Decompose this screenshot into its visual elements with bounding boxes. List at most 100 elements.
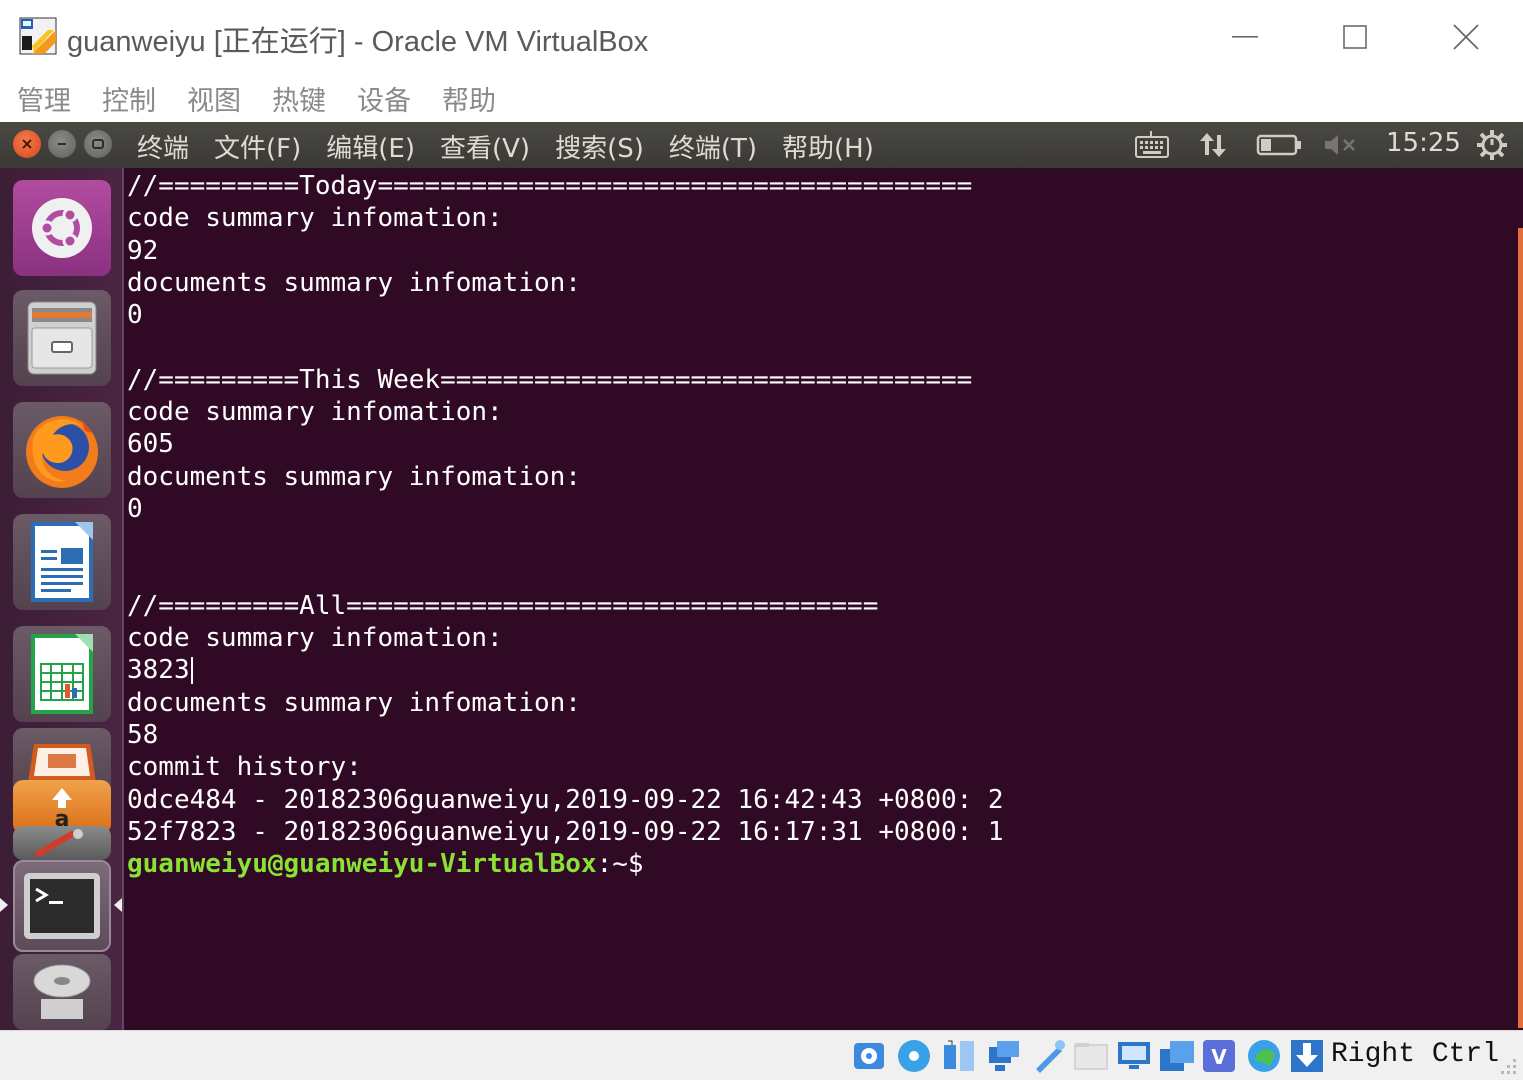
svg-text:V: V bbox=[1211, 1045, 1227, 1069]
network-arrows-icon bbox=[1200, 133, 1226, 157]
system-settings-icon bbox=[35, 829, 83, 857]
terminal-scrollbar[interactable] bbox=[1518, 228, 1523, 1028]
launcher-terminal[interactable] bbox=[13, 860, 111, 952]
terminal-line: 605 bbox=[127, 429, 174, 460]
mouse-integration-icon[interactable] bbox=[1288, 1037, 1326, 1075]
amazon-icon: a bbox=[52, 788, 72, 830]
terminal-restore-button[interactable] bbox=[84, 130, 112, 158]
terminal-line: code summary infomation: bbox=[127, 203, 503, 234]
terminal-window[interactable]: //=========Today========================… bbox=[124, 168, 1523, 1030]
terminal-icon bbox=[24, 873, 100, 939]
virtualbox-menubar: 管理 控制 视图 热键 设备 帮助 bbox=[0, 74, 1523, 122]
audio-icon[interactable] bbox=[940, 1037, 978, 1075]
text-cursor bbox=[190, 657, 193, 685]
terminal-output: //=========Today========================… bbox=[127, 170, 1004, 881]
window-titlebar: guanweiyu [正在运行] - Oracle VM VirtualBox bbox=[0, 0, 1523, 74]
dvd-icon bbox=[33, 964, 91, 1019]
menu-file[interactable]: 文件(F) bbox=[214, 128, 301, 165]
terminal-line: 92 bbox=[127, 235, 159, 266]
close-button[interactable] bbox=[1436, 12, 1496, 62]
menu-view[interactable]: 视图 bbox=[187, 79, 241, 118]
optical-drive-icon[interactable] bbox=[895, 1037, 933, 1075]
keyboard-icon bbox=[1135, 131, 1169, 158]
firefox-icon bbox=[26, 416, 98, 488]
virtualbox-statusbar: V Right Ctrl bbox=[0, 1030, 1523, 1080]
focused-app-arrow-icon bbox=[114, 898, 122, 912]
system-menu-button[interactable] bbox=[1474, 128, 1510, 162]
window-title: guanweiyu [正在运行] - Oracle VM VirtualBox bbox=[67, 26, 649, 58]
panel-clock[interactable]: 15:25 bbox=[1386, 128, 1461, 158]
terminal-line: //=========All==========================… bbox=[127, 590, 879, 621]
volume-muted-icon bbox=[1325, 135, 1355, 155]
menu-edit[interactable]: 编辑(E) bbox=[326, 128, 415, 165]
terminal-close-button[interactable] bbox=[13, 130, 41, 158]
calc-icon bbox=[31, 634, 93, 714]
menu-view[interactable]: 查看(V) bbox=[440, 128, 530, 165]
menu-help[interactable]: 帮助(H) bbox=[782, 128, 874, 165]
terminal-minimize-button[interactable] bbox=[48, 130, 76, 158]
unity-launcher: a bbox=[0, 168, 124, 1030]
minimize-button[interactable] bbox=[1215, 12, 1275, 62]
launcher-system-settings[interactable] bbox=[13, 826, 111, 860]
menu-devices[interactable]: 设备 bbox=[357, 79, 411, 118]
shell-prompt[interactable]: guanweiyu@guanweiyu-VirtualBox:~$ bbox=[127, 848, 1004, 880]
shared-folders-icon[interactable] bbox=[1072, 1037, 1110, 1075]
menu-help[interactable]: 帮助 bbox=[442, 79, 496, 118]
launcher-writer[interactable] bbox=[13, 514, 111, 610]
battery-icon bbox=[1256, 134, 1301, 156]
launcher-dvd[interactable] bbox=[13, 954, 111, 1030]
menu-terminal[interactable]: 终端(T) bbox=[669, 128, 757, 165]
close-icon bbox=[22, 139, 32, 149]
virtualbox-app-icon bbox=[18, 16, 58, 56]
launcher-dash[interactable] bbox=[13, 180, 111, 276]
menu-control[interactable]: 控制 bbox=[102, 79, 156, 118]
resize-grip-icon[interactable] bbox=[1499, 1057, 1517, 1075]
keyboard-indicator[interactable] bbox=[1133, 128, 1171, 162]
terminal-line: documents summary infomation: bbox=[127, 461, 581, 492]
minimize-icon bbox=[58, 143, 66, 145]
ubuntu-dash-icon bbox=[32, 198, 92, 258]
terminal-line: //=========This Week====================… bbox=[127, 364, 973, 395]
menu-terminal-app[interactable]: 终端 bbox=[137, 128, 189, 165]
writer-icon bbox=[31, 522, 93, 602]
display-icon[interactable] bbox=[1115, 1037, 1153, 1075]
network-indicator[interactable] bbox=[1196, 128, 1230, 162]
restore-icon bbox=[92, 139, 104, 149]
gear-icon bbox=[1477, 130, 1507, 160]
maximize-button[interactable] bbox=[1325, 12, 1385, 62]
terminal-line: code summary infomation: bbox=[127, 397, 503, 428]
battery-indicator[interactable] bbox=[1255, 128, 1303, 162]
terminal-line: 58 bbox=[127, 720, 159, 751]
network-adapter-icon[interactable] bbox=[985, 1037, 1023, 1075]
volume-indicator[interactable] bbox=[1322, 128, 1360, 162]
ubuntu-top-panel: 终端 文件(F) 编辑(E) 查看(V) 搜索(S) 终端(T) 帮助(H) 1… bbox=[0, 122, 1523, 168]
launcher-firefox[interactable] bbox=[13, 402, 111, 498]
terminal-line: 0 bbox=[127, 493, 143, 524]
terminal-menubar: 终端 文件(F) 编辑(E) 查看(V) 搜索(S) 终端(T) 帮助(H) bbox=[137, 128, 899, 165]
menu-search[interactable]: 搜索(S) bbox=[555, 128, 644, 165]
guest-additions-icon[interactable] bbox=[1245, 1037, 1283, 1075]
launcher-calc[interactable] bbox=[13, 626, 111, 722]
menu-hotkeys[interactable]: 热键 bbox=[272, 79, 326, 118]
terminal-line: commit history: bbox=[127, 752, 362, 783]
host-key-label[interactable]: Right Ctrl bbox=[1331, 1039, 1499, 1070]
launcher-files[interactable] bbox=[13, 290, 111, 386]
video-capture-icon[interactable] bbox=[1158, 1037, 1196, 1075]
terminal-line: 0 bbox=[127, 300, 143, 331]
terminal-line: 52f7823 - 20182306guanweiyu,2019-09-22 1… bbox=[127, 816, 1004, 847]
hard-disk-icon[interactable] bbox=[850, 1037, 888, 1075]
usb-icon[interactable] bbox=[1030, 1037, 1068, 1075]
prompt-path: :~$ bbox=[596, 849, 644, 880]
terminal-line: //=========Today========================… bbox=[127, 171, 973, 201]
menu-manage[interactable]: 管理 bbox=[17, 79, 71, 118]
prompt-user-host: guanweiyu@guanweiyu-VirtualBox bbox=[127, 849, 597, 880]
terminal-line: code summary infomation: bbox=[127, 623, 503, 654]
vt-x-icon[interactable]: V bbox=[1200, 1037, 1238, 1075]
files-icon bbox=[27, 301, 97, 375]
terminal-line: documents summary infomation: bbox=[127, 267, 581, 298]
terminal-line-text: 3823 bbox=[127, 655, 190, 686]
active-app-arrow-icon bbox=[0, 898, 8, 912]
